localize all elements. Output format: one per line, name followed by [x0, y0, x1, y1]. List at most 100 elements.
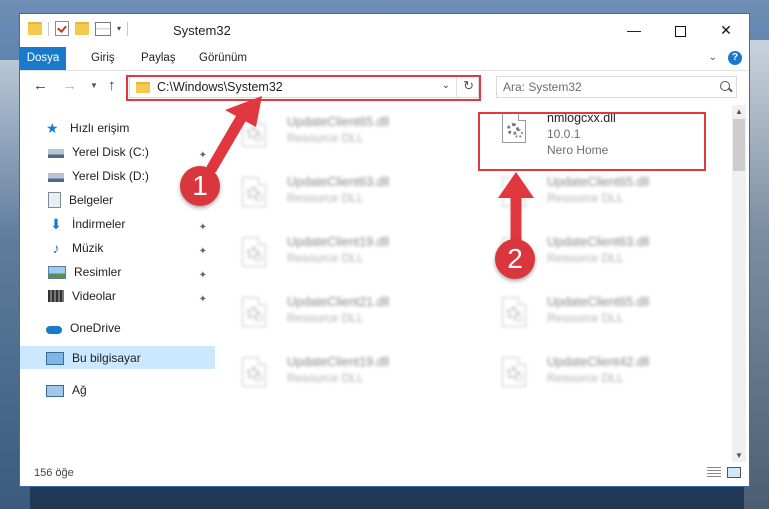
list-item[interactable]: UpdateClient65.dll Resource DLL: [502, 293, 712, 337]
pin-icon[interactable]: ✦: [199, 241, 207, 263]
file-type: Resource DLL: [547, 191, 624, 205]
file-type: Resource DLL: [287, 251, 364, 265]
dll-file-icon: [502, 297, 532, 333]
search-input[interactable]: Ara: System32: [496, 76, 737, 98]
sidebar-item-label: İndirmeler: [72, 217, 126, 231]
dll-file-icon: [242, 237, 272, 273]
tab-home[interactable]: Giriş: [91, 47, 115, 70]
file-name: UpdateClient65.dll: [287, 115, 390, 129]
list-item[interactable]: UpdateClient21.dll Resource DLL: [242, 293, 452, 337]
pin-icon[interactable]: ✦: [199, 265, 207, 287]
scroll-down-icon[interactable]: ▼: [735, 451, 743, 460]
tab-share[interactable]: Paylaş: [141, 47, 176, 70]
maximize-icon: [674, 25, 686, 37]
pictures-icon: [48, 265, 66, 279]
step-badge-2: 2: [495, 239, 535, 279]
item-count: 156 öğe: [34, 467, 74, 479]
videos-icon: [48, 290, 64, 302]
file-name: UpdateClient63.dll: [547, 235, 650, 249]
file-type: Resource DLL: [547, 251, 624, 265]
details-view-icon[interactable]: [707, 467, 721, 478]
drive-icon: [48, 148, 64, 158]
scroll-up-icon[interactable]: ▲: [735, 107, 743, 116]
list-item[interactable]: UpdateClient19.dll Resource DLL: [242, 353, 452, 397]
status-bar: 156 öğe: [20, 462, 749, 486]
dll-file-icon: [242, 357, 272, 393]
ribbon-tabs: Dosya Giriş Paylaş Görünüm ⌄ ?: [20, 47, 749, 71]
file-type: Resource DLL: [287, 311, 364, 325]
sidebar-item-disk-c[interactable]: Yerel Disk (C:) ✦: [48, 141, 215, 163]
sidebar-item-label: Belgeler: [69, 193, 114, 207]
new-folder-icon[interactable]: [75, 22, 89, 35]
tab-file[interactable]: Dosya: [20, 47, 66, 70]
sidebar-item-music[interactable]: ♪ Müzik ✦: [48, 237, 215, 259]
file-type: Resource DLL: [287, 131, 364, 145]
tab-view[interactable]: Görünüm: [199, 47, 247, 70]
search-icon[interactable]: [720, 81, 730, 91]
music-icon: ♪: [52, 240, 60, 256]
navigation-pane: ★ Hızlı erişim Yerel Disk (C:) ✦ Yerel D…: [20, 105, 215, 460]
sidebar-item-label: Resimler: [74, 265, 122, 279]
scroll-thumb[interactable]: [733, 119, 745, 171]
sidebar-item-label: Hızlı erişim: [70, 121, 130, 135]
file-name: UpdateClient42.dll: [547, 355, 650, 369]
dll-file-icon: [242, 177, 272, 213]
properties-check-icon[interactable]: [55, 21, 69, 36]
cloud-icon: [46, 325, 62, 334]
folder-icon: [28, 22, 42, 35]
list-item[interactable]: UpdateClient65.dll Resource DLL: [502, 173, 712, 217]
sidebar-item-onedrive[interactable]: OneDrive: [46, 317, 121, 339]
sidebar-item-this-pc[interactable]: Bu bilgisayar: [46, 347, 141, 369]
qat-dropdown-icon[interactable]: ▾: [117, 24, 121, 33]
customize-icon[interactable]: [95, 21, 111, 36]
pin-icon[interactable]: ✦: [199, 217, 207, 239]
sidebar-item-videos[interactable]: Videolar ✦: [48, 285, 215, 307]
file-name: UpdateClient21.dll: [287, 295, 390, 309]
file-highlight-box: [478, 112, 706, 171]
sidebar-item-quick-access[interactable]: ★ Hızlı erişim: [46, 117, 129, 139]
file-name: UpdateClient63.dll: [287, 175, 390, 189]
sidebar-item-documents[interactable]: Belgeler: [48, 189, 113, 211]
downloads-icon: ⬇: [50, 216, 62, 232]
quick-access-toolbar: ▾: [28, 21, 129, 36]
sidebar-item-network[interactable]: Ağ: [46, 379, 87, 401]
list-item[interactable]: UpdateClient65.dll Resource DLL: [242, 113, 452, 157]
minimize-button[interactable]: —: [611, 14, 657, 46]
up-button[interactable]: ↑: [108, 77, 116, 94]
file-type: Resource DLL: [287, 191, 364, 205]
sidebar-item-downloads[interactable]: ⬇ İndirmeler ✦: [48, 213, 215, 235]
title-bar: ▾ System32 — ✕: [20, 14, 749, 47]
vertical-scrollbar[interactable]: ▲ ▼: [732, 105, 746, 462]
sidebar-item-pictures[interactable]: Resimler ✦: [48, 261, 215, 283]
dll-file-icon: [242, 117, 272, 153]
large-icons-view-icon[interactable]: [727, 467, 741, 478]
list-item[interactable]: UpdateClient42.dll Resource DLL: [502, 353, 712, 397]
network-icon: [46, 384, 64, 397]
maximize-button[interactable]: [657, 14, 703, 46]
close-button[interactable]: ✕: [703, 14, 749, 46]
list-item[interactable]: UpdateClient19.dll Resource DLL: [242, 233, 452, 277]
pin-icon[interactable]: ✦: [199, 145, 207, 167]
step-badge-1: 1: [180, 166, 220, 206]
sidebar-item-label: Müzik: [72, 241, 104, 255]
sidebar-item-label: Bu bilgisayar: [72, 351, 141, 365]
sidebar-item-disk-d[interactable]: Yerel Disk (D:): [48, 165, 149, 187]
help-icon[interactable]: ?: [728, 51, 742, 65]
forward-button[interactable]: →: [62, 77, 77, 94]
sidebar-item-label: OneDrive: [70, 321, 121, 335]
list-item[interactable]: UpdateClient63.dll Resource DLL: [242, 173, 452, 217]
documents-icon: [48, 192, 61, 208]
window-title: System32: [173, 23, 231, 38]
divider: [48, 21, 49, 36]
sidebar-item-label: Yerel Disk (D:): [72, 169, 149, 183]
recent-locations-icon[interactable]: ▼: [90, 81, 98, 90]
dll-file-icon: [242, 297, 272, 333]
dll-file-icon: [502, 177, 532, 213]
back-button[interactable]: ←: [33, 77, 48, 94]
dll-file-icon: [502, 357, 532, 393]
pin-icon[interactable]: ✦: [199, 289, 207, 311]
file-name: UpdateClient19.dll: [287, 355, 390, 369]
file-type: Resource DLL: [547, 371, 624, 385]
sidebar-item-label: Yerel Disk (C:): [72, 145, 149, 159]
expand-ribbon-icon[interactable]: ⌄: [709, 52, 717, 63]
